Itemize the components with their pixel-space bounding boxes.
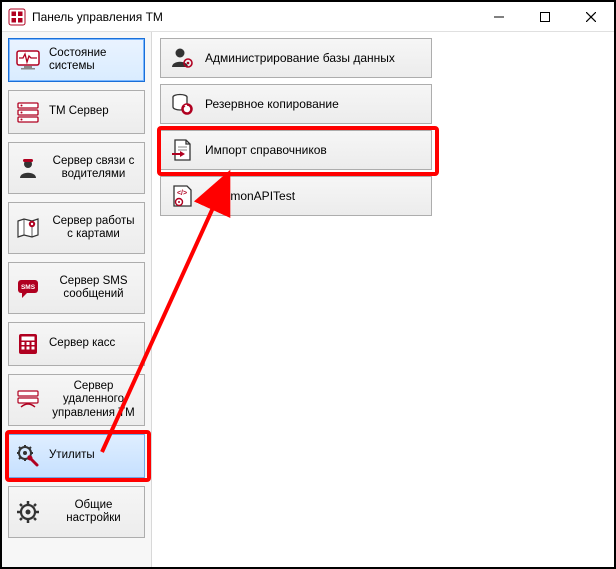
code-gear-icon: </> — [169, 183, 195, 209]
sidebar-item-general-settings[interactable]: Общие настройки — [8, 486, 145, 538]
option-common-api-test[interactable]: </> CommonAPITest — [160, 176, 432, 216]
driver-icon — [15, 155, 41, 181]
remote-icon — [15, 387, 41, 413]
svg-text:</>: </> — [177, 190, 187, 197]
sidebar-item-label: Сервер касс — [49, 323, 138, 365]
option-db-admin[interactable]: Администрирование базы данных — [160, 38, 432, 78]
gear-icon — [15, 499, 41, 525]
sms-icon: SMS — [15, 275, 41, 301]
option-import-refs[interactable]: Импорт справочников — [160, 130, 432, 170]
client-area: Состояние системы ТМ Сервер — [2, 32, 614, 567]
sidebar-item-label: Сервер SMS сообщений — [49, 263, 138, 313]
window-title: Панель управления ТМ — [32, 10, 476, 24]
sidebar-item-label: Состояние системы — [49, 39, 138, 81]
titlebar: Панель управления ТМ — [2, 2, 614, 32]
gear-wrench-icon — [15, 443, 41, 469]
option-label: Импорт справочников — [205, 143, 327, 157]
option-label: CommonAPITest — [205, 189, 295, 203]
sidebar-item-label: Утилиты — [49, 435, 138, 477]
monitor-icon — [15, 47, 41, 73]
option-backup[interactable]: Резервное копирование — [160, 84, 432, 124]
calculator-icon — [15, 331, 41, 357]
close-button[interactable] — [568, 2, 614, 32]
map-icon — [15, 215, 41, 241]
sidebar-item-label: Сервер связи с водителями — [49, 143, 138, 193]
server-icon — [15, 99, 41, 125]
minimize-button[interactable] — [476, 2, 522, 32]
sidebar-item-utilities[interactable]: Утилиты — [8, 434, 145, 478]
sidebar-item-label: Сервер работы с картами — [49, 203, 138, 253]
sidebar-item-remote-server[interactable]: Сервер удаленного управления ТМ — [8, 374, 145, 426]
sidebar: Состояние системы ТМ Сервер — [2, 32, 152, 567]
document-import-icon — [169, 137, 195, 163]
sidebar-item-label: Общие настройки — [49, 487, 138, 537]
sidebar-item-map-server[interactable]: Сервер работы с картами — [8, 202, 145, 254]
sidebar-item-tm-server[interactable]: ТМ Сервер — [8, 90, 145, 134]
database-clock-icon — [169, 91, 195, 117]
user-gear-icon — [169, 45, 195, 71]
option-label: Резервное копирование — [205, 97, 339, 111]
sidebar-item-system-state[interactable]: Состояние системы — [8, 38, 145, 82]
sidebar-item-driver-server[interactable]: Сервер связи с водителями — [8, 142, 145, 194]
svg-text:SMS: SMS — [21, 284, 36, 291]
sidebar-item-cash-server[interactable]: Сервер касс — [8, 322, 145, 366]
sidebar-item-sms-server[interactable]: SMS Сервер SMS сообщений — [8, 262, 145, 314]
option-label: Администрирование базы данных — [205, 51, 395, 65]
sidebar-item-label: Сервер удаленного управления ТМ — [49, 375, 138, 425]
main-panel: Администрирование базы данных Резервное … — [152, 32, 614, 567]
app-icon — [8, 8, 26, 26]
maximize-button[interactable] — [522, 2, 568, 32]
sidebar-item-label: ТМ Сервер — [49, 91, 138, 133]
